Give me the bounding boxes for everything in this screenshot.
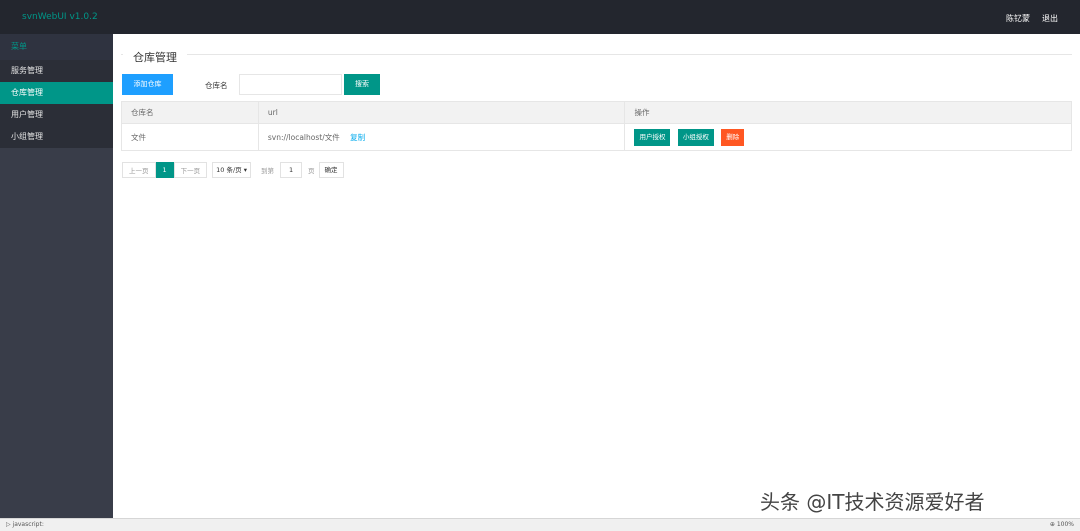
goto-confirm-button[interactable]: 确定 (318, 162, 344, 178)
app-title[interactable]: svnWebUI v1.0.2 (22, 12, 98, 22)
sidebar-item-repository[interactable]: 仓库管理 (0, 82, 113, 104)
browser-statusbar: ▷ javascript: ⊕ 100% (0, 518, 1080, 531)
main-content: 仓库管理 添加仓库 仓库名 搜索 仓库名 url 操作 文件 svn://loc… (113, 34, 1080, 518)
group-auth-button[interactable]: 小组授权 (677, 128, 714, 146)
page-unit: 页 (308, 167, 315, 175)
top-header: svnWebUI v1.0.2 陈钇蒙 退出 (0, 0, 1080, 34)
current-page[interactable]: 1 (155, 162, 174, 178)
add-repository-button[interactable]: 添加仓库 (122, 74, 173, 95)
next-page-button[interactable]: 下一页 (173, 162, 208, 178)
title-divider (121, 54, 1072, 55)
user-name[interactable]: 陈钇蒙 (1006, 13, 1030, 24)
search-label: 仓库名 (205, 81, 228, 90)
column-header-url: url (257, 101, 626, 124)
watermark: 头条 @IT技术资源爱好者 (760, 490, 985, 514)
menu-title: 菜单 (0, 34, 113, 60)
repo-url: svn://localhost/文件 (267, 132, 340, 142)
column-header-name: 仓库名 (121, 101, 259, 124)
page-title: 仓库管理 (123, 49, 187, 65)
sidebar: 菜单 服务管理 仓库管理 用户管理 小组管理 (0, 34, 113, 518)
sidebar-item-users[interactable]: 用户管理 (0, 104, 113, 126)
table-row: 文件 svn://localhost/文件 复制 用户授权 小组授权 删除 (121, 123, 1072, 151)
sidebar-item-groups[interactable]: 小组管理 (0, 126, 113, 148)
goto-label: 到第 (261, 167, 275, 175)
copy-link[interactable]: 复制 (350, 133, 365, 142)
user-area: 陈钇蒙 退出 (1006, 13, 1058, 24)
goto-page-input[interactable]: 1 (280, 162, 303, 178)
logout-link[interactable]: 退出 (1042, 13, 1058, 24)
column-header-actions: 操作 (624, 101, 1072, 124)
zoom-level[interactable]: ⊕ 100% (1050, 521, 1074, 528)
search-button[interactable]: 搜索 (344, 74, 380, 95)
status-url: ▷ javascript: (6, 521, 44, 528)
page-size-select[interactable]: 10 条/页 ▾ (212, 162, 252, 178)
table-header-row: 仓库名 url 操作 (121, 101, 1072, 124)
repo-url-cell: svn://localhost/文件 复制 (257, 123, 626, 151)
repository-table: 仓库名 url 操作 文件 svn://localhost/文件 复制 用户授权… (121, 101, 1072, 151)
repo-name-cell: 文件 (121, 123, 259, 151)
prev-page-button[interactable]: 上一页 (122, 162, 156, 178)
delete-button[interactable]: 删除 (721, 128, 745, 146)
search-input[interactable] (239, 74, 342, 95)
pagination: 上一页 1 下一页 10 条/页 ▾ 到第 1 页 确定 (122, 162, 344, 178)
user-auth-button[interactable]: 用户授权 (634, 128, 671, 146)
sidebar-item-service[interactable]: 服务管理 (0, 60, 113, 82)
repo-actions-cell: 用户授权 小组授权 删除 (624, 123, 1072, 151)
